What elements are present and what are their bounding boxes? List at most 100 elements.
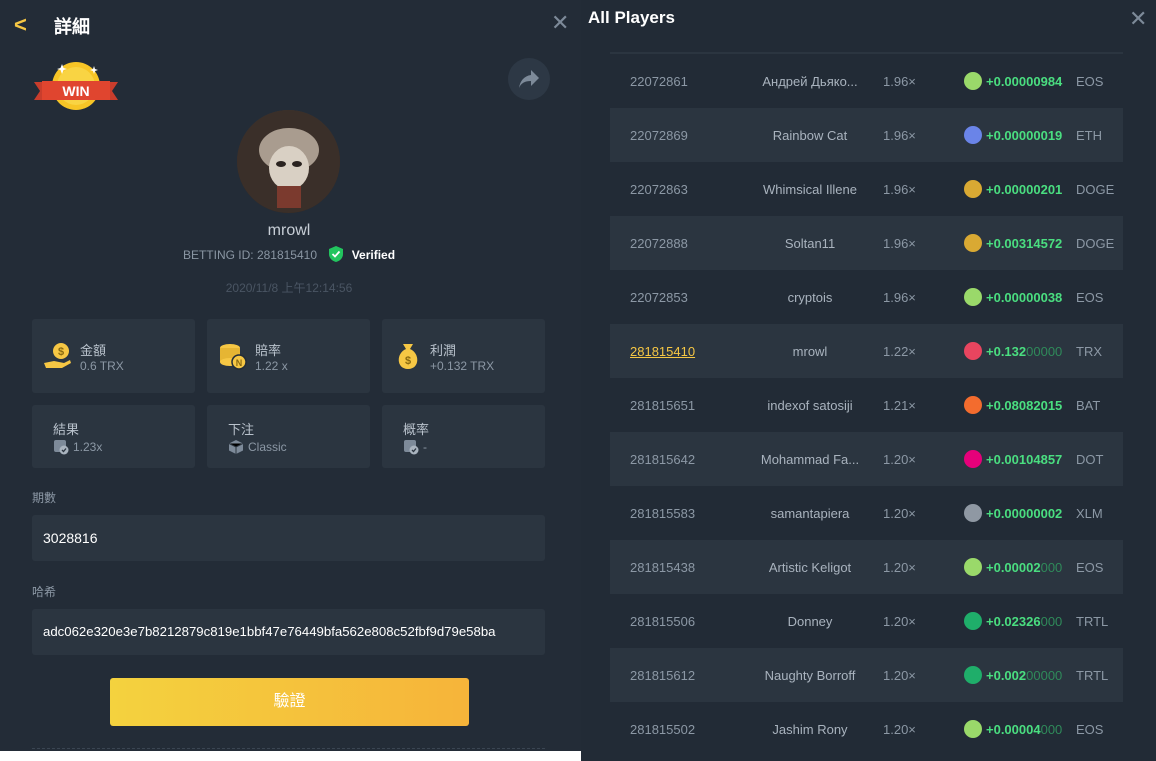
all-players-panel: All Players ✕ 22072861 Андрей Дьяко... 1.9…	[581, 0, 1156, 761]
close-icon[interactable]: ✕	[1129, 6, 1147, 32]
table-row[interactable]: 281815438 Artistic Keligot 1.20× +0.0000200…	[610, 540, 1123, 594]
player-currency: EOS	[1076, 74, 1104, 89]
share-icon	[519, 70, 539, 88]
stat-value-row: 1.23x	[53, 439, 102, 455]
table-row[interactable]: 22072869 Rainbow Cat 1.96× +0.00000019 ETH	[610, 108, 1123, 162]
player-currency: DOT	[1076, 452, 1104, 467]
coin-trtl-icon	[964, 612, 982, 630]
player-bet-id: 281815651	[630, 398, 696, 413]
player-name: Artistic Keligot	[768, 560, 852, 575]
player-multiplier: 1.96×	[883, 290, 916, 305]
stat-value: -	[423, 440, 427, 454]
avatar	[237, 110, 340, 213]
player-name: Donney	[787, 614, 833, 629]
player-name: Jashim Rony	[772, 722, 848, 737]
profit-value: +0.00002	[986, 560, 1041, 575]
verify-button[interactable]: 驗證	[110, 678, 469, 726]
svg-text:$: $	[58, 346, 64, 358]
player-multiplier: 1.20×	[883, 506, 916, 521]
player-multiplier: 1.22×	[883, 344, 916, 359]
profit-value: +0.00104857	[986, 452, 1063, 467]
bet-datetime: 2020/11/8 上午12:14:56	[225, 281, 353, 295]
coin-dot-icon	[964, 450, 982, 468]
profit-value: +0.00004	[986, 722, 1041, 737]
player-name: indexof satosiji	[767, 398, 853, 413]
table-row[interactable]: 281815506 Donney 1.20× +0.02326000 TRTL	[610, 594, 1123, 648]
player-name: Rainbow Cat	[772, 128, 848, 143]
profit-trailing-zeros: 000	[1040, 614, 1063, 629]
player-currency: XLM	[1076, 506, 1103, 521]
profit-value: +0.132	[986, 344, 1027, 359]
coin-eos-icon	[964, 288, 982, 306]
table-row[interactable]: 281815612 Naughty Borroff 1.20× +0.00200000…	[610, 648, 1123, 702]
money-bag-icon: $	[398, 344, 418, 369]
stat-card-bet-type: 下注 Classic	[207, 405, 370, 468]
profit-value: +0.00000002	[986, 506, 1063, 521]
stat-value-row: Classic	[228, 439, 287, 455]
table-row[interactable]: 281815410 mrowl 1.22× +0.13200000 TRX	[610, 324, 1123, 378]
stat-card-profit: $ 利潤 +0.132 TRX	[382, 319, 545, 393]
dice-icon	[228, 440, 244, 454]
table-row[interactable]: 22072888 Soltan11 1.96× +0.00314572 DOGE	[610, 216, 1123, 270]
player-bet-id: 22072853	[630, 290, 688, 305]
player-profit: +0.00004000	[986, 722, 1062, 737]
betting-id: BETTING ID: 281815410	[182, 248, 318, 262]
player-bet-id: 22072863	[630, 182, 688, 197]
table-row[interactable]: 281815651 indexof satosiji 1.21× +0.0808201…	[610, 378, 1123, 432]
stat-value: 0.6 TRX	[80, 359, 124, 373]
profit-value: +0.00000984	[986, 74, 1063, 89]
betting-id-row: BETTING ID: 281815410 Verified	[0, 246, 578, 262]
player-currency: DOGE	[1076, 236, 1115, 251]
player-multiplier: 1.20×	[883, 452, 916, 467]
coin-trtl-icon	[964, 666, 982, 684]
player-bet-id[interactable]: 281815410	[630, 344, 695, 359]
coin-doge-icon	[964, 180, 982, 198]
close-icon[interactable]: ✕	[551, 10, 569, 36]
svg-text:$: $	[405, 355, 411, 367]
player-multiplier: 1.96×	[883, 74, 916, 89]
profit-value: +0.00314572	[986, 236, 1063, 251]
stat-label: 概率	[403, 422, 430, 437]
profit-value: +0.00000038	[986, 290, 1063, 305]
shield-check-icon	[329, 246, 344, 262]
player-multiplier: 1.20×	[883, 560, 916, 575]
stat-value: 1.23x	[73, 440, 103, 454]
coin-doge-icon	[964, 234, 982, 252]
coin-eth-icon	[964, 126, 982, 144]
profit-trailing-zeros: 00000	[1026, 668, 1063, 683]
hash-label: 哈希	[32, 585, 57, 599]
player-name: cryptois	[787, 290, 833, 305]
player-profit: +0.02326000	[986, 614, 1062, 629]
table-row[interactable]: 22072853 cryptois 1.96× +0.00000038 EOS	[610, 270, 1123, 324]
player-multiplier: 1.20×	[883, 614, 916, 629]
player-profit: +0.00000019	[986, 128, 1062, 143]
player-bet-id: 281815506	[630, 614, 696, 629]
table-row[interactable]: 22072861 Андрей Дьяко... 1.96× +0.00000984 E…	[610, 54, 1123, 108]
stat-card-probability: 概率 -	[382, 405, 545, 468]
player-name: Андрей Дьяко...	[762, 74, 858, 89]
player-multiplier: 1.20×	[883, 722, 916, 737]
player-currency: TRTL	[1076, 668, 1109, 683]
player-currency: EOS	[1076, 560, 1104, 575]
table-row[interactable]: 22072863 Whimsical Illene 1.96× +0.00000201…	[610, 162, 1123, 216]
username: mrowl	[267, 222, 311, 239]
table-row[interactable]: 281815642 Mohammad Fa... 1.20× +0.00104857 D…	[610, 432, 1123, 486]
player-bet-id: 281815583	[630, 506, 696, 521]
back-icon[interactable]: <	[14, 12, 27, 38]
player-currency: DOGE	[1076, 182, 1115, 197]
coin-bat-icon	[964, 396, 982, 414]
player-name: Whimsical Illene	[763, 182, 857, 197]
table-row[interactable]: 281815502 Jashim Rony 1.20× +0.00004000 EOS	[610, 702, 1123, 756]
stat-value: 1.22 x	[255, 359, 288, 373]
player-currency: EOS	[1076, 290, 1104, 305]
page-title: 詳細	[54, 17, 90, 37]
round-field[interactable]: 3028816	[32, 515, 545, 561]
player-multiplier: 1.21×	[883, 398, 916, 413]
table-row[interactable]: 281815583 samantapiera 1.20× +0.00000002 XLM	[610, 486, 1123, 540]
player-name: Soltan11	[784, 236, 836, 251]
share-button[interactable]	[508, 58, 550, 100]
hash-field[interactable]: adc062e320e3e7b8212879c819e1bbf47e76449b…	[32, 609, 545, 655]
win-badge-icon: WIN	[32, 60, 120, 116]
player-multiplier: 1.96×	[883, 128, 916, 143]
player-profit: +0.00314572	[986, 236, 1062, 251]
